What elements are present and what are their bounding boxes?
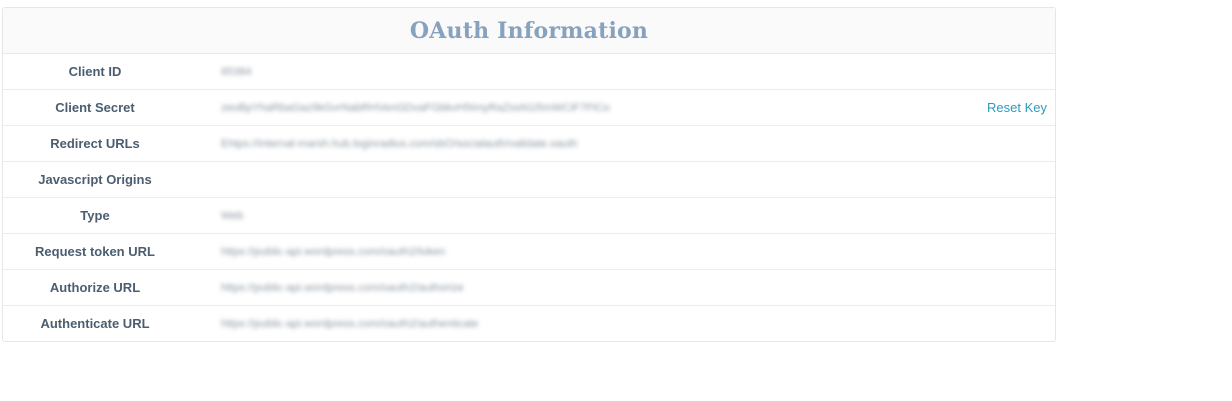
row-label: Client ID (68, 64, 122, 79)
row-label: Type (80, 208, 110, 223)
oauth-info-panel: OAuth Information Client ID 65384 Client… (2, 7, 1056, 342)
row-type: Type Web (3, 198, 1055, 234)
row-label: Authenticate URL (40, 316, 150, 331)
row-redirect-urls: Redirect URLs Ehtps://internal-marsh.hub… (3, 126, 1055, 162)
row-javascript-origins: Javascript Origins (3, 162, 1055, 198)
request-token-url-value: https://public-api.wordpress.com/oauth2/… (221, 245, 446, 258)
row-label: Authorize URL (49, 280, 141, 295)
row-label: Client Secret (55, 100, 135, 115)
row-request-token-url: Request token URL https://public-api.wor… (3, 234, 1055, 270)
row-label: Redirect URLs (50, 136, 140, 151)
authorize-url-value: https://public-api.wordpress.com/oauth2/… (221, 281, 464, 294)
type-value: Web (221, 209, 244, 222)
row-label: Javascript Origins (38, 172, 152, 187)
row-client-secret: Client Secret zeoBpYhaRbaGaz9kGvrNabRHVe… (3, 90, 1055, 126)
row-authorize-url: Authorize URL https://public-api.wordpre… (3, 270, 1055, 306)
client-id-value: 65384 (221, 65, 252, 78)
client-secret-value: zeoBpYhaRbaGaz9kGvrNabRHVenGDvaFGbkvH5Im… (221, 101, 610, 114)
panel-header: OAuth Information (3, 8, 1055, 54)
row-label: Request token URL (35, 244, 155, 259)
panel-title: OAuth Information (409, 17, 649, 44)
row-authenticate-url: Authenticate URL https://public-api.word… (3, 306, 1055, 341)
redirect-urls-value: Ehtps://internal-marsh.hub.loginradius.c… (221, 137, 578, 150)
row-client-id: Client ID 65384 (3, 54, 1055, 90)
authenticate-url-value: https://public-api.wordpress.com/oauth2/… (221, 317, 479, 330)
reset-key-link[interactable]: Reset Key (987, 90, 1047, 125)
